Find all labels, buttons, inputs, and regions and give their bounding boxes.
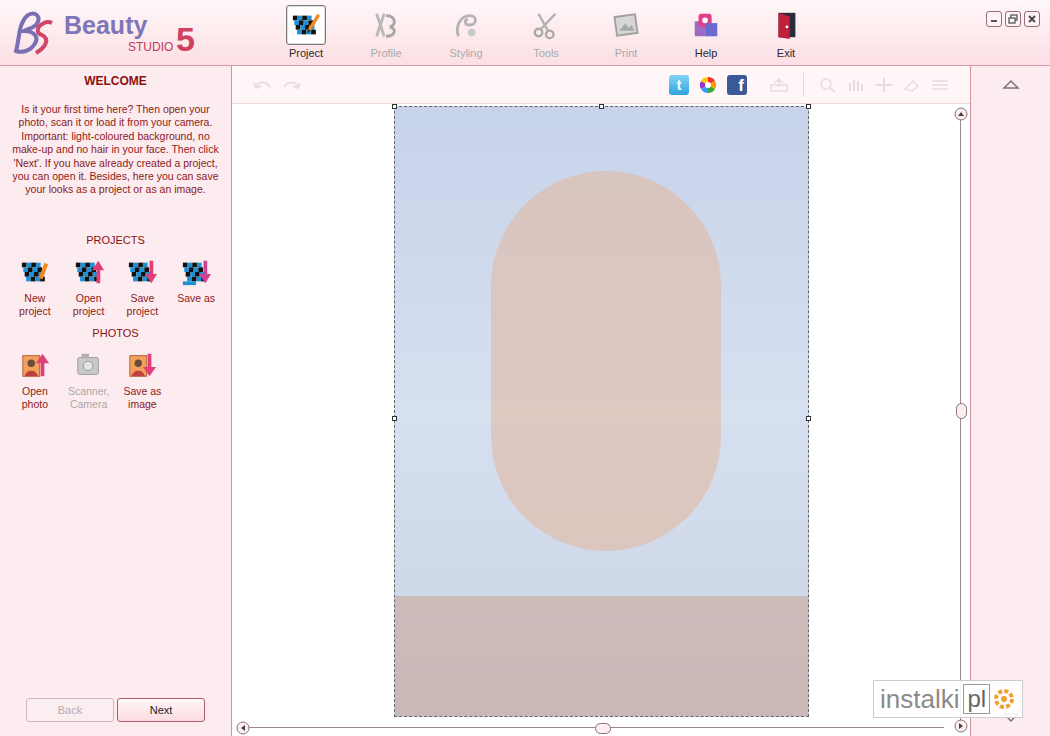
action-label[interactable]: New project [12, 292, 58, 318]
print-icon[interactable] [606, 5, 646, 45]
toolbar-label[interactable]: Help [695, 47, 718, 60]
panel-action[interactable]: Save as [169, 256, 223, 318]
scroll-thumb[interactable] [956, 403, 967, 419]
toolbar-button[interactable]: Project [266, 0, 346, 60]
profile-icon[interactable] [366, 5, 406, 45]
upload-icon[interactable] [769, 77, 789, 93]
save-project-icon[interactable] [126, 256, 158, 288]
minimize-icon[interactable] [986, 11, 1002, 27]
main-toolbar: Beauty STUDIO 5 Project Profile Styling Too… [0, 0, 1050, 66]
logo-icon [6, 7, 58, 59]
redo-icon[interactable] [280, 77, 302, 93]
toolbar-label[interactable]: Exit [777, 47, 795, 60]
open-photo-icon[interactable] [19, 349, 51, 381]
camera-icon[interactable] [73, 349, 105, 381]
close-icon[interactable] [1024, 11, 1040, 27]
collapse-up-icon[interactable] [1002, 78, 1020, 90]
panel-action[interactable]: Open project [62, 256, 116, 318]
watermark: instalki pl [873, 680, 1023, 718]
section-title: PHOTOS [8, 326, 223, 340]
button-label[interactable]: Next [150, 704, 173, 717]
panel-action[interactable]: Scanner, Camera [62, 349, 116, 411]
horizontal-scrollbar[interactable] [232, 720, 952, 736]
action-label[interactable]: Scanner, Camera [66, 385, 112, 411]
resize-handle[interactable] [392, 104, 397, 109]
photo-canvas [232, 104, 952, 736]
watermark-name: instalki [880, 684, 959, 714]
logo-product: STUDIO [128, 40, 173, 54]
back-button[interactable]: Back [26, 698, 114, 722]
save-as-icon[interactable] [180, 256, 212, 288]
action-label[interactable]: Save project [119, 292, 165, 318]
menu-icon[interactable] [930, 77, 950, 93]
move-icon[interactable] [874, 77, 894, 93]
panel-action[interactable]: Save project [116, 256, 170, 318]
restore-icon[interactable] [1005, 11, 1021, 27]
scroll-left-icon[interactable] [236, 721, 250, 735]
app-logo: Beauty STUDIO 5 [0, 0, 266, 65]
window-controls [986, 0, 1050, 65]
welcome-panel: WELCOME Is it your first time here? Then … [0, 66, 232, 736]
scroll-thumb[interactable] [595, 723, 611, 734]
resize-handle[interactable] [806, 416, 811, 421]
scroll-up-icon[interactable] [954, 107, 968, 121]
facebook-icon[interactable]: f [727, 75, 747, 95]
toolbar-label[interactable]: Profile [370, 47, 401, 60]
resize-handle[interactable] [806, 104, 811, 109]
action-label[interactable]: Open photo [12, 385, 58, 411]
toolbar-button[interactable]: Tools [506, 0, 586, 60]
panel-intro: Is it your first time here? Then open yo… [8, 103, 223, 197]
gear-icon [992, 687, 1016, 711]
panel-action[interactable]: Open photo [8, 349, 62, 411]
scroll-right-icon[interactable] [954, 719, 968, 733]
section-title: PROJECTS [8, 233, 223, 247]
picasa-icon[interactable] [698, 75, 718, 95]
action-label[interactable]: Save as [173, 292, 219, 305]
new-project-icon[interactable] [19, 256, 51, 288]
right-panel [970, 66, 1050, 736]
photo[interactable] [394, 106, 809, 717]
logo-version: 5 [176, 21, 195, 57]
panel-title: WELCOME [8, 74, 223, 89]
resize-handle[interactable] [392, 416, 397, 421]
hand-icon[interactable] [846, 77, 866, 93]
help-icon[interactable] [686, 5, 726, 45]
panel-action[interactable]: New project [8, 256, 62, 318]
styling-icon[interactable] [446, 5, 486, 45]
zoom-icon[interactable] [818, 77, 838, 93]
toolbar-button[interactable]: Help [666, 0, 746, 60]
exit-icon[interactable] [766, 5, 806, 45]
canvas-toolbar: tf [232, 66, 970, 104]
project-icon[interactable] [286, 5, 326, 45]
vertical-scrollbar[interactable] [952, 104, 970, 736]
logo-name: Beauty [64, 11, 147, 39]
eraser-icon[interactable] [902, 77, 922, 93]
button-label[interactable]: Back [58, 704, 82, 717]
toolbar-label[interactable]: Project [289, 47, 323, 60]
toolbar-button[interactable]: Print [586, 0, 666, 60]
save-image-icon[interactable] [126, 349, 158, 381]
tools-icon[interactable] [526, 5, 566, 45]
open-project-icon[interactable] [73, 256, 105, 288]
toolbar-button[interactable]: Exit [746, 0, 826, 60]
watermark-domain: pl [963, 684, 990, 714]
action-label[interactable]: Open project [66, 292, 112, 318]
undo-icon[interactable] [252, 77, 274, 93]
action-label[interactable]: Save as image [119, 385, 165, 411]
panel-action[interactable]: Save as image [116, 349, 170, 411]
twitter-icon[interactable]: t [669, 75, 689, 95]
toolbar-label[interactable]: Print [615, 47, 638, 60]
toolbar-label[interactable]: Styling [449, 47, 482, 60]
next-button[interactable]: Next [117, 698, 205, 722]
toolbar-button[interactable]: Profile [346, 0, 426, 60]
toolbar-button[interactable]: Styling [426, 0, 506, 60]
toolbar-label[interactable]: Tools [533, 47, 559, 60]
resize-handle[interactable] [599, 104, 604, 109]
